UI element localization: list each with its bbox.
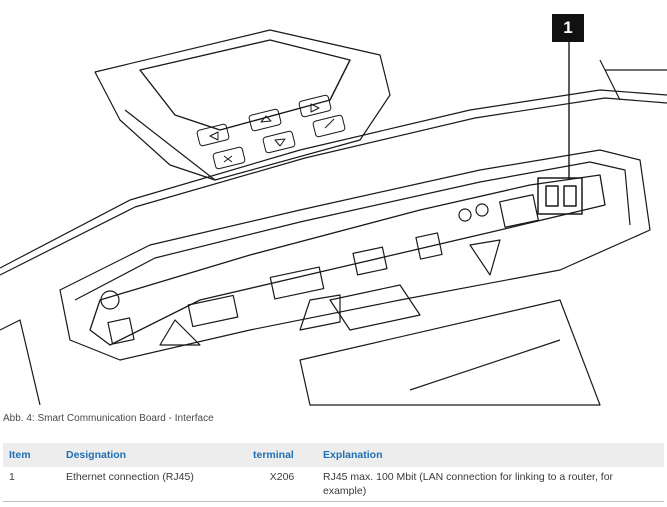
callout-badge-1: 1 — [552, 14, 584, 42]
header-terminal: terminal — [247, 443, 317, 467]
header-designation: Designation — [60, 443, 247, 467]
pcb-board — [89, 174, 606, 346]
legend-table: Item Designation terminal Explanation 1 … — [3, 443, 664, 502]
cell-item: 1 — [3, 467, 60, 502]
cell-explanation: RJ45 max. 100 Mbit (LAN connection for l… — [317, 467, 664, 502]
figure-caption: Abb. 4: Smart Communication Board - Inte… — [3, 413, 214, 424]
display-panel — [94, 29, 391, 181]
cell-terminal: X206 — [247, 467, 317, 502]
header-explanation: Explanation — [317, 443, 664, 467]
board-illustration — [0, 0, 667, 408]
smart-communication-board-drawing — [0, 29, 667, 406]
table-row: 1 Ethernet connection (RJ45) X206 RJ45 m… — [3, 467, 664, 502]
table-header-row: Item Designation terminal Explanation — [3, 443, 664, 467]
header-item: Item — [3, 443, 60, 467]
cell-designation: Ethernet connection (RJ45) — [60, 467, 247, 502]
